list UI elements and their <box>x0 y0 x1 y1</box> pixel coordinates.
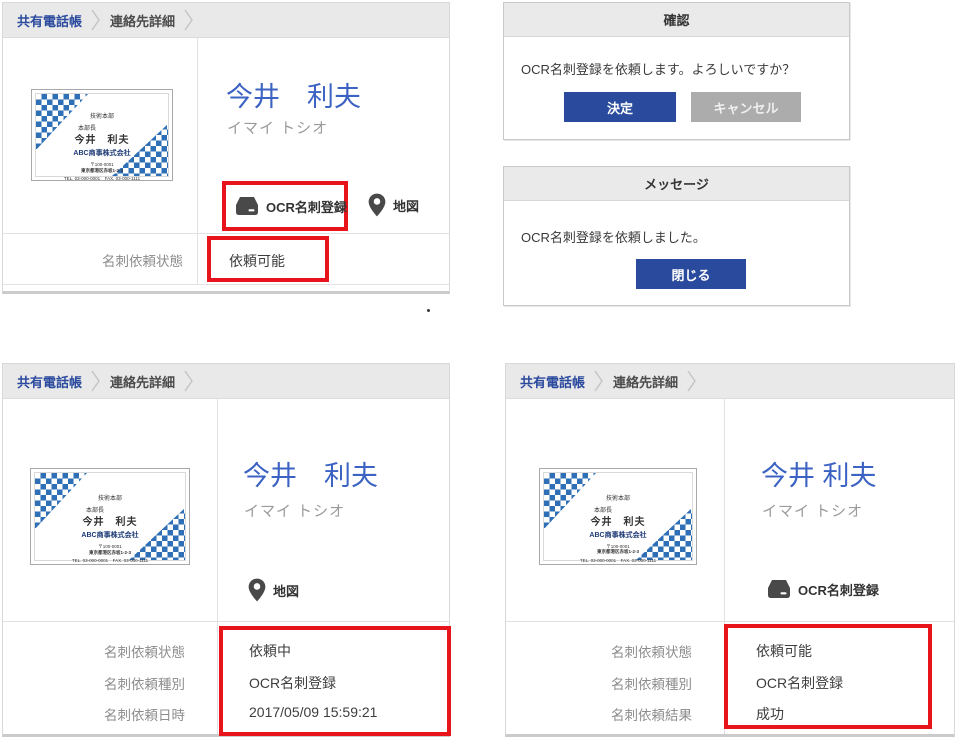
contact-name: 今井 利夫 <box>226 75 361 114</box>
contact-detail-panel-result: 共有電話帳 連絡先詳細 技術本部 本部長 今井 利夫 ABC商事株式会社 〒10… <box>505 363 955 737</box>
card-company: ABC商事株式会社 <box>589 532 646 541</box>
status-row-label: 名刺依頼状態 <box>3 250 183 270</box>
card-text: 技術本部 本部長 今井 利夫 ABC商事株式会社 〒100-0001 東京都港区… <box>32 90 172 180</box>
result-row-label: 名刺依頼結果 <box>506 704 692 724</box>
status-row-label: 名刺依頼状態 <box>3 641 185 661</box>
business-card-image: 技術本部 本部長 今井 利夫 ABC商事株式会社 〒100-0001 東京都港区… <box>30 468 190 565</box>
chevron-right-icon <box>184 8 194 32</box>
card-department: 技術本部 <box>606 496 630 504</box>
breadcrumb: 共有電話帳 連絡先詳細 <box>506 364 954 399</box>
status-row-value: 依頼中 <box>249 641 291 661</box>
contact-kana: イマイ トシオ <box>244 500 345 521</box>
breadcrumb: 共有電話帳 連絡先詳細 <box>3 3 449 38</box>
card-address: 東京都港区赤坂1-2-3 <box>81 168 123 174</box>
column-divider <box>217 399 218 734</box>
card-text: 技術本部 本部長 今井 利夫 ABC商事株式会社 〒100-0001 東京都港区… <box>31 469 189 564</box>
message-dialog: メッセージ OCR名刺登録を依頼しました。 閉じる <box>503 166 850 306</box>
breadcrumb: 共有電話帳 連絡先詳細 <box>3 364 449 399</box>
scanner-icon <box>234 196 260 216</box>
contact-kana: イマイ トシオ <box>762 500 863 521</box>
card-text: 技術本部 本部長 今井 利夫 ABC商事株式会社 〒100-0001 東京都港区… <box>540 469 696 564</box>
card-tel: TEL. 03-000-0001 FAX. 03-000-1111 <box>72 558 148 564</box>
ocr-register-button[interactable]: OCR名刺登録 <box>766 579 879 599</box>
row-divider <box>3 233 449 234</box>
datetime-row-label: 名刺依頼日時 <box>3 704 185 724</box>
scanner-icon <box>766 579 792 599</box>
row-divider <box>3 621 449 622</box>
card-person-name: 今井 利夫 <box>591 517 646 530</box>
business-card-image: 技術本部 本部長 今井 利夫 ABC商事株式会社 〒100-0001 東京都港区… <box>539 468 697 565</box>
card-department: 技術本部 <box>90 114 114 122</box>
type-row-value: OCR名刺登録 <box>756 673 843 693</box>
business-card-image: 技術本部 本部長 今井 利夫 ABC商事株式会社 〒100-0001 東京都港区… <box>31 89 173 181</box>
row-divider <box>506 621 954 622</box>
ocr-register-button[interactable]: OCR名刺登録 <box>234 196 347 216</box>
breadcrumb-shared-phonebook[interactable]: 共有電話帳 <box>520 372 585 391</box>
status-row-value: 依頼可能 <box>756 641 812 661</box>
screenshot-canvas: 共有電話帳 連絡先詳細 技術本部 本部長 今井 利夫 ABC商事株式会社 〒10… <box>0 0 969 739</box>
breadcrumb-contact-detail: 連絡先詳細 <box>110 11 175 30</box>
card-tel: TEL. 03-000-0001 FAX. 03-000-1111 <box>64 176 140 181</box>
map-pin-icon <box>367 192 387 218</box>
dialog-title: 確認 <box>504 3 849 37</box>
contact-kana: イマイ トシオ <box>227 117 328 138</box>
row-divider <box>3 284 449 285</box>
card-address: 東京都港区赤坂1-2-3 <box>597 549 639 555</box>
breadcrumb-shared-phonebook[interactable]: 共有電話帳 <box>17 11 82 30</box>
result-message: OCR名刺登録を依頼しました。 <box>521 227 706 246</box>
datetime-row-value: 2017/05/09 15:59:21 <box>249 704 377 720</box>
dialog-title: メッセージ <box>504 167 849 201</box>
map-label: 地図 <box>273 581 299 600</box>
contact-detail-panel-requesting: 共有電話帳 連絡先詳細 技術本部 本部長 今井 利夫 ABC商事株式会社 〒10… <box>2 363 450 737</box>
card-person-name: 今井 利夫 <box>83 517 138 530</box>
card-department: 技術本部 <box>98 496 122 504</box>
map-label: 地図 <box>393 196 419 215</box>
close-button[interactable]: 閉じる <box>636 259 746 289</box>
column-divider <box>197 38 198 284</box>
chevron-right-icon <box>91 369 101 393</box>
breadcrumb-contact-detail: 連絡先詳細 <box>613 372 678 391</box>
type-row-value: OCR名刺登録 <box>249 673 336 693</box>
map-button[interactable]: 地図 <box>247 577 299 603</box>
ocr-register-label: OCR名刺登録 <box>798 580 879 599</box>
breadcrumb-shared-phonebook[interactable]: 共有電話帳 <box>17 372 82 391</box>
status-row-label: 名刺依頼状態 <box>506 641 692 661</box>
chevron-right-icon <box>184 369 194 393</box>
chevron-right-icon <box>91 8 101 32</box>
type-row-label: 名刺依頼種別 <box>506 673 692 693</box>
card-address: 東京都港区赤坂1-2-3 <box>89 550 131 556</box>
type-row-label: 名刺依頼種別 <box>3 673 185 693</box>
card-job-title: 本部長 <box>594 508 612 516</box>
map-button[interactable]: 地図 <box>367 192 419 218</box>
stray-dot <box>427 309 430 312</box>
contact-name: 今井 利夫 <box>243 454 378 493</box>
card-tel: TEL. 03-000-0001 FAX. 03-000-1111 <box>580 558 656 564</box>
card-person-name: 今井 利夫 <box>75 135 130 148</box>
card-job-title: 本部長 <box>78 126 96 134</box>
chevron-right-icon <box>687 369 697 393</box>
card-company: ABC商事株式会社 <box>73 150 130 159</box>
status-row-value: 依頼可能 <box>229 251 285 271</box>
map-pin-icon <box>247 577 267 603</box>
ocr-register-label: OCR名刺登録 <box>266 197 347 216</box>
confirm-message: OCR名刺登録を依頼します。よろしいですか？ <box>521 59 795 78</box>
contact-name: 今井 利夫 <box>761 454 877 493</box>
confirm-dialog: 確認 OCR名刺登録を依頼します。よろしいですか？ 決定 キャンセル <box>503 2 850 140</box>
chevron-right-icon <box>594 369 604 393</box>
card-job-title: 本部長 <box>86 508 104 516</box>
cancel-button[interactable]: キャンセル <box>691 92 801 122</box>
breadcrumb-contact-detail: 連絡先詳細 <box>110 372 175 391</box>
ok-button[interactable]: 決定 <box>564 92 676 122</box>
contact-detail-panel-initial: 共有電話帳 連絡先詳細 技術本部 本部長 今井 利夫 ABC商事株式会社 〒10… <box>2 2 450 294</box>
card-company: ABC商事株式会社 <box>81 532 138 541</box>
result-row-value: 成功 <box>756 704 784 724</box>
highlight-box-ocr-button: OCR名刺登録 <box>222 181 348 231</box>
